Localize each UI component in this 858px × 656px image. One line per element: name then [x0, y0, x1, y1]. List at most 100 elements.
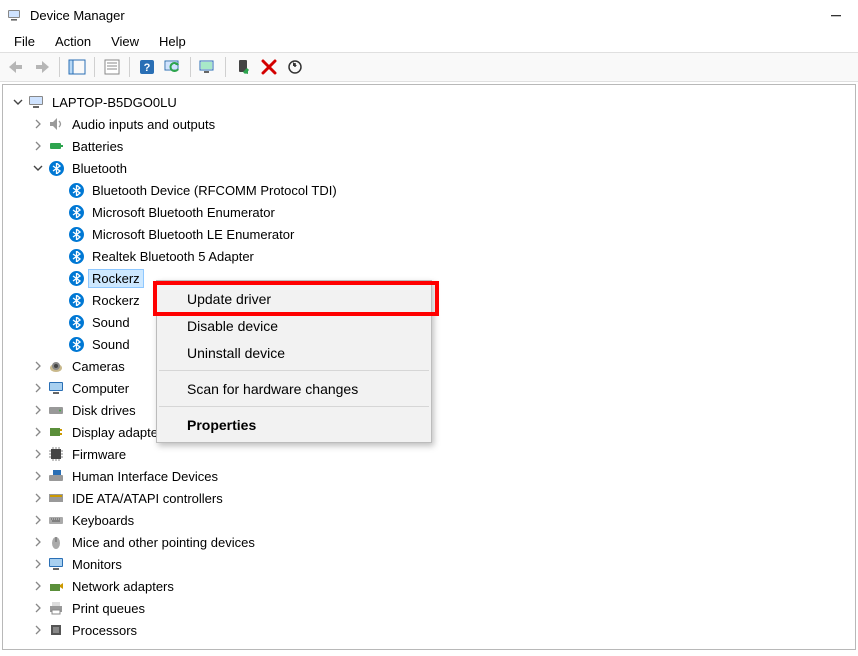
context-disable-device[interactable]: Disable device [157, 312, 431, 339]
tree-label: Processors [69, 622, 140, 639]
bluetooth-icon [67, 247, 85, 265]
toolbar-separator [94, 57, 95, 77]
chevron-right-icon[interactable] [31, 425, 45, 439]
context-separator [159, 370, 429, 371]
tree-item-bt-enum[interactable]: Microsoft Bluetooth Enumerator [49, 201, 855, 223]
context-uninstall-device[interactable]: Uninstall device [157, 339, 431, 366]
chevron-right-icon[interactable] [31, 139, 45, 153]
chevron-right-icon[interactable] [31, 469, 45, 483]
tree-label: Batteries [69, 138, 126, 155]
enable-device-button[interactable] [231, 55, 255, 79]
tree-label: Bluetooth Device (RFCOMM Protocol TDI) [89, 182, 340, 199]
context-scan-hardware[interactable]: Scan for hardware changes [157, 375, 431, 402]
svg-text:?: ? [144, 62, 151, 74]
mouse-icon [47, 533, 65, 551]
tree-item-audio[interactable]: Audio inputs and outputs [29, 113, 855, 135]
show-hide-console-button[interactable] [65, 55, 89, 79]
chevron-right-icon[interactable] [31, 579, 45, 593]
chevron-right-icon[interactable] [31, 557, 45, 571]
bluetooth-icon [67, 225, 85, 243]
back-button[interactable] [4, 55, 28, 79]
tree-item-ide[interactable]: IDE ATA/ATAPI controllers [29, 487, 855, 509]
tree-item-bt-le-enum[interactable]: Microsoft Bluetooth LE Enumerator [49, 223, 855, 245]
bluetooth-icon [67, 269, 85, 287]
chevron-right-icon[interactable] [31, 601, 45, 615]
tree-item-mice[interactable]: Mice and other pointing devices [29, 531, 855, 553]
tree-label: Microsoft Bluetooth LE Enumerator [89, 226, 297, 243]
chevron-right-icon[interactable] [31, 447, 45, 461]
tree-label: Network adapters [69, 578, 177, 595]
tree-item-display[interactable]: Display adapters [29, 421, 855, 443]
bluetooth-icon [67, 291, 85, 309]
tree-item-computer[interactable]: Computer [29, 377, 855, 399]
menu-view[interactable]: View [101, 32, 149, 51]
chevron-down-icon[interactable] [11, 95, 25, 109]
tree-label: Computer [69, 380, 132, 397]
tree-item-batteries[interactable]: Batteries [29, 135, 855, 157]
disk-icon [47, 401, 65, 419]
disable-device-button[interactable] [283, 55, 307, 79]
uninstall-device-button[interactable] [257, 55, 281, 79]
forward-button[interactable] [30, 55, 54, 79]
context-separator [159, 406, 429, 407]
bluetooth-icon [67, 313, 85, 331]
chip-icon [47, 445, 65, 463]
tree-label: Microsoft Bluetooth Enumerator [89, 204, 278, 221]
hid-icon [47, 467, 65, 485]
tree-label: Keyboards [69, 512, 137, 529]
bluetooth-icon [67, 203, 85, 221]
printer-icon [47, 599, 65, 617]
tree-item-printq[interactable]: Print queues [29, 597, 855, 619]
tree-item-bluetooth[interactable]: Bluetooth [29, 157, 855, 179]
tree-item-processors[interactable]: Processors [29, 619, 855, 641]
help-button[interactable]: ? [135, 55, 159, 79]
tree-label: Mice and other pointing devices [69, 534, 258, 551]
tree-item-hid[interactable]: Human Interface Devices [29, 465, 855, 487]
tree-item-disks[interactable]: Disk drives [29, 399, 855, 421]
tree-label: Disk drives [69, 402, 139, 419]
tree-label: Sound [89, 336, 133, 353]
toolbar-separator [59, 57, 60, 77]
tree-root[interactable]: LAPTOP-B5DGO0LU [9, 91, 855, 113]
context-properties[interactable]: Properties [157, 411, 431, 438]
ide-icon [47, 489, 65, 507]
tree-label: Audio inputs and outputs [69, 116, 218, 133]
properties-button[interactable] [100, 55, 124, 79]
update-driver-button[interactable] [196, 55, 220, 79]
tree-label: Print queues [69, 600, 148, 617]
menu-action[interactable]: Action [45, 32, 101, 51]
minimize-button[interactable] [818, 1, 854, 29]
chevron-right-icon[interactable] [31, 535, 45, 549]
tree-item-bt-realtek[interactable]: Realtek Bluetooth 5 Adapter [49, 245, 855, 267]
chevron-down-icon[interactable] [31, 161, 45, 175]
tree-label: Rockerz [89, 292, 143, 309]
speaker-icon [47, 115, 65, 133]
chevron-right-icon[interactable] [31, 491, 45, 505]
chevron-right-icon[interactable] [31, 381, 45, 395]
scan-hardware-button[interactable] [161, 55, 185, 79]
toolbar-separator [225, 57, 226, 77]
menu-file[interactable]: File [4, 32, 45, 51]
tree-label: Cameras [69, 358, 128, 375]
tree-item-monitors[interactable]: Monitors [29, 553, 855, 575]
window-title: Device Manager [30, 8, 125, 23]
tree-label: Realtek Bluetooth 5 Adapter [89, 248, 257, 265]
camera-icon [47, 357, 65, 375]
tree-item-keyboards[interactable]: Keyboards [29, 509, 855, 531]
chevron-right-icon[interactable] [31, 117, 45, 131]
toolbar-separator [190, 57, 191, 77]
tree-item-firmware[interactable]: Firmware [29, 443, 855, 465]
tree-item-cameras[interactable]: Cameras [29, 355, 855, 377]
tree-label: Bluetooth [69, 160, 130, 177]
chevron-right-icon[interactable] [31, 403, 45, 417]
tree-item-network[interactable]: Network adapters [29, 575, 855, 597]
tree-label: IDE ATA/ATAPI controllers [69, 490, 226, 507]
monitor-icon [47, 555, 65, 573]
chevron-right-icon[interactable] [31, 623, 45, 637]
tree-item-bt-rfcomm[interactable]: Bluetooth Device (RFCOMM Protocol TDI) [49, 179, 855, 201]
chevron-right-icon[interactable] [31, 513, 45, 527]
context-update-driver[interactable]: Update driver [157, 285, 431, 312]
menu-help[interactable]: Help [149, 32, 196, 51]
display-adapter-icon [47, 423, 65, 441]
chevron-right-icon[interactable] [31, 359, 45, 373]
